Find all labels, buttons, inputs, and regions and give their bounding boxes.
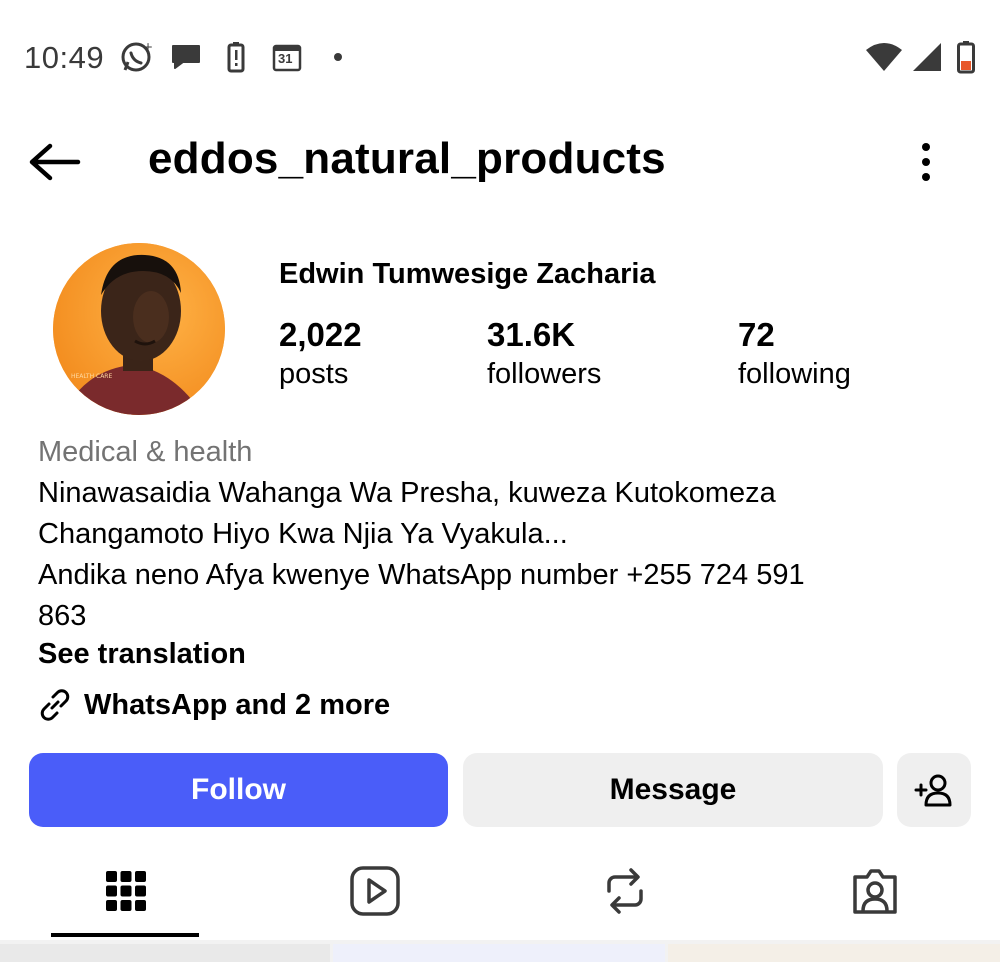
more-options-button[interactable] bbox=[906, 138, 946, 186]
battery-alert-icon bbox=[224, 40, 248, 74]
post-thumbnail[interactable] bbox=[668, 944, 1000, 962]
tab-posts-grid[interactable] bbox=[51, 853, 201, 929]
profile-bio: Medical & health Ninawasaidia Wahanga Wa… bbox=[38, 432, 968, 637]
dot-icon bbox=[330, 40, 346, 74]
bio-line: Changamoto Hiyo Kwa Njia Ya Vyakula... bbox=[38, 518, 568, 550]
stat-followers-label: followers bbox=[487, 358, 602, 390]
message-button[interactable]: Message bbox=[463, 753, 883, 827]
stat-posts-value: 2,022 bbox=[279, 316, 362, 353]
more-vertical-icon bbox=[922, 143, 930, 181]
stat-followers-value: 31.6K bbox=[487, 316, 576, 353]
stat-posts-label: posts bbox=[279, 358, 349, 390]
link-icon bbox=[40, 689, 70, 721]
active-tab-indicator bbox=[51, 933, 199, 937]
status-time: 10:49 bbox=[24, 40, 105, 75]
stat-posts[interactable]: 2,022 posts bbox=[279, 316, 362, 391]
stat-following-value: 72 bbox=[738, 316, 775, 353]
bio-line: Ninawasaidia Wahanga Wa Presha, kuweza K… bbox=[38, 477, 776, 509]
reels-icon bbox=[350, 866, 400, 916]
add-person-icon bbox=[914, 774, 952, 807]
svg-text:+: + bbox=[143, 40, 153, 54]
wifi-icon bbox=[864, 40, 904, 74]
stat-following-label: following bbox=[738, 358, 851, 390]
profile-category: Medical & health bbox=[38, 436, 253, 468]
see-translation-link[interactable]: See translation bbox=[38, 638, 246, 671]
battery-low-icon bbox=[954, 40, 978, 74]
cell-signal-icon bbox=[910, 40, 944, 74]
back-button[interactable] bbox=[28, 138, 88, 186]
grid-icon bbox=[106, 871, 146, 911]
tab-reposts[interactable] bbox=[550, 853, 700, 929]
back-arrow-icon bbox=[29, 143, 81, 181]
bio-line: 863 bbox=[38, 600, 87, 632]
whatsapp-icon: + bbox=[118, 40, 154, 74]
profile-tabs bbox=[0, 845, 1000, 940]
stat-following[interactable]: 72 following bbox=[738, 316, 851, 391]
tab-tagged[interactable] bbox=[800, 853, 950, 929]
calendar-icon: 31 bbox=[271, 40, 303, 74]
links-text: WhatsApp and 2 more bbox=[84, 688, 391, 721]
profile-avatar[interactable]: HEALTH CARE bbox=[53, 243, 225, 415]
follow-button[interactable]: Follow bbox=[29, 753, 448, 827]
profile-full-name: Edwin Tumwesige Zacharia bbox=[279, 258, 656, 290]
tab-reels[interactable] bbox=[300, 853, 450, 929]
calendar-day: 31 bbox=[278, 51, 293, 66]
avatar-caption: HEALTH CARE bbox=[71, 373, 113, 380]
tagged-icon bbox=[853, 869, 897, 914]
bio-line: Andika neno Afya kwenye WhatsApp number … bbox=[38, 559, 805, 591]
profile-links[interactable]: WhatsApp and 2 more bbox=[36, 686, 390, 724]
post-thumbnail[interactable] bbox=[333, 944, 665, 962]
profile-username: eddos_natural_products bbox=[148, 134, 666, 183]
stat-followers[interactable]: 31.6K followers bbox=[487, 316, 601, 391]
post-thumbnail[interactable] bbox=[0, 944, 330, 962]
suggested-users-button[interactable] bbox=[897, 753, 971, 827]
reposts-icon bbox=[607, 868, 643, 914]
chat-bubble-icon bbox=[168, 40, 204, 74]
status-bar: 10:49 + 31 bbox=[0, 0, 1000, 116]
